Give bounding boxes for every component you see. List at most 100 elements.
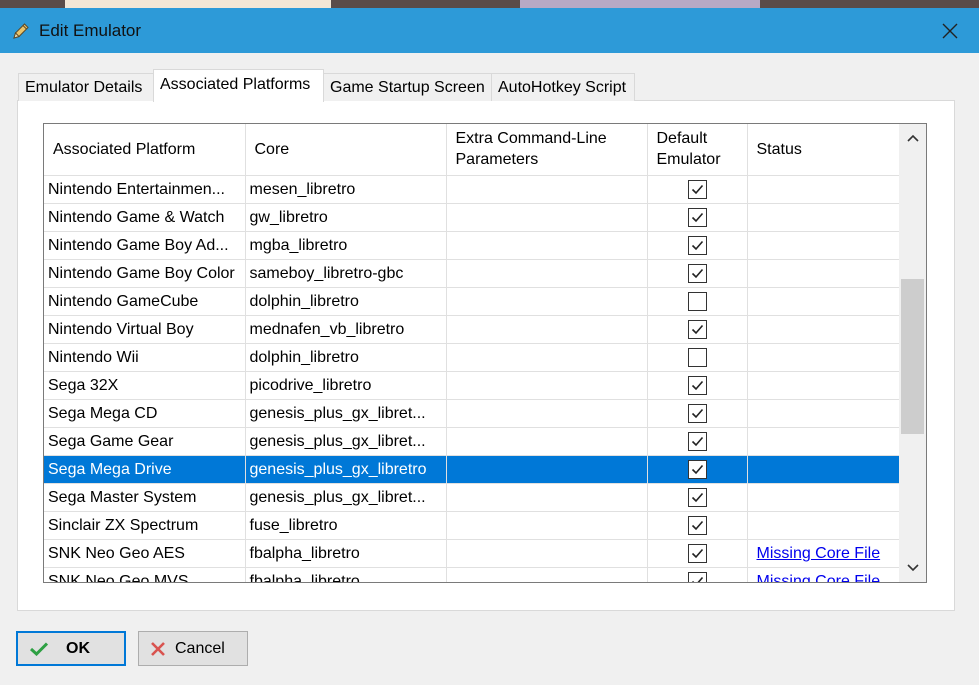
default-emulator-checkbox[interactable] xyxy=(687,487,707,507)
default-emulator-checkbox[interactable] xyxy=(687,459,707,479)
table-row[interactable]: Nintendo Game Boy Ad... mgba_libretro xyxy=(44,231,900,260)
checkmark-icon xyxy=(691,548,703,558)
cell-platform[interactable]: Sega Mega CD xyxy=(44,399,246,428)
cell-status xyxy=(747,203,900,232)
cell-platform[interactable]: Sega Mega Drive xyxy=(44,455,246,484)
table-row[interactable]: Sega Master System genesis_plus_gx_libret… xyxy=(44,483,900,512)
default-emulator-checkbox[interactable] xyxy=(687,515,707,535)
cell-params[interactable] xyxy=(446,539,648,568)
missing-core-link[interactable]: Missing Core File xyxy=(752,573,881,583)
cell-platform[interactable]: Sega Game Gear xyxy=(44,427,246,456)
table-row[interactable]: Nintendo Virtual Boy mednafen_vb_libretro xyxy=(44,315,900,344)
cell-core[interactable]: mesen_libretro xyxy=(245,175,447,204)
cell-params[interactable] xyxy=(446,399,648,428)
cell-params[interactable] xyxy=(446,455,648,484)
cell-platform[interactable]: Nintendo Entertainmen... xyxy=(44,175,246,204)
ok-button[interactable]: OK xyxy=(16,631,126,666)
scrollbar-thumb[interactable] xyxy=(901,279,924,434)
cell-params[interactable] xyxy=(446,371,648,400)
cell-params[interactable] xyxy=(446,203,648,232)
cell-params[interactable] xyxy=(446,427,648,456)
default-emulator-checkbox[interactable] xyxy=(687,319,707,339)
cell-params[interactable] xyxy=(446,287,648,316)
cell-platform[interactable]: SNK Neo Geo AES xyxy=(44,539,246,568)
table-row[interactable]: Sinclair ZX Spectrum fuse_libretro xyxy=(44,511,900,540)
column-header-default-emulator[interactable]: Default Emulator xyxy=(647,124,748,176)
default-emulator-checkbox[interactable] xyxy=(687,207,707,227)
cell-core[interactable]: fbalpha_libretro xyxy=(245,567,447,582)
cell-params[interactable] xyxy=(446,231,648,260)
cell-params[interactable] xyxy=(446,343,648,372)
table-row[interactable]: Nintendo Wii dolphin_libretro xyxy=(44,343,900,372)
checkmark-icon xyxy=(691,464,703,474)
cell-platform[interactable]: Nintendo GameCube xyxy=(44,287,246,316)
table-row[interactable]: SNK Neo Geo MVS fbalpha_libretro Missing C… xyxy=(44,567,900,583)
cell-params[interactable] xyxy=(446,315,648,344)
cell-core[interactable]: gw_libretro xyxy=(245,203,447,232)
cell-params[interactable] xyxy=(446,567,648,582)
default-emulator-checkbox[interactable] xyxy=(687,179,707,199)
cell-platform[interactable]: SNK Neo Geo MVS xyxy=(44,567,246,582)
cell-platform[interactable]: Nintendo Game Boy Ad... xyxy=(44,231,246,260)
cell-params[interactable] xyxy=(446,511,648,540)
cell-platform[interactable]: Nintendo Wii xyxy=(44,343,246,372)
cell-core[interactable]: mgba_libretro xyxy=(245,231,447,260)
cell-platform[interactable]: Nintendo Game Boy Color xyxy=(44,259,246,288)
table-row[interactable]: SNK Neo Geo AES fbalpha_libretro Missing C… xyxy=(44,539,900,568)
cell-core[interactable]: dolphin_libretro xyxy=(245,343,447,372)
cell-platform[interactable]: Nintendo Game & Watch xyxy=(44,203,246,232)
vertical-scrollbar[interactable] xyxy=(899,124,926,582)
cell-platform[interactable]: Sega Master System xyxy=(44,483,246,512)
default-emulator-checkbox[interactable] xyxy=(687,431,707,451)
platforms-grid[interactable]: Associated Platform Core Extra Command-L… xyxy=(43,123,927,583)
default-emulator-checkbox[interactable] xyxy=(687,571,707,582)
close-button[interactable] xyxy=(934,16,966,46)
default-emulator-checkbox[interactable] xyxy=(687,347,707,367)
checkmark-icon xyxy=(691,380,703,390)
tab-associated-platforms[interactable]: Associated Platforms xyxy=(153,69,324,102)
table-row[interactable]: Nintendo Game Boy Color sameboy_libretro-… xyxy=(44,259,900,288)
cell-params[interactable] xyxy=(446,259,648,288)
cell-core[interactable]: genesis_plus_gx_libret... xyxy=(245,399,447,428)
tab-autohotkey-script[interactable]: AutoHotkey Script xyxy=(491,73,635,101)
cell-default-emulator xyxy=(647,231,748,260)
cell-core[interactable]: fuse_libretro xyxy=(245,511,447,540)
scroll-down-button[interactable] xyxy=(899,554,926,582)
default-emulator-checkbox[interactable] xyxy=(687,375,707,395)
cell-params[interactable] xyxy=(446,175,648,204)
default-emulator-checkbox[interactable] xyxy=(687,403,707,423)
default-emulator-checkbox[interactable] xyxy=(687,263,707,283)
cancel-button[interactable]: Cancel xyxy=(138,631,248,666)
column-header-associated-platform[interactable]: Associated Platform xyxy=(44,124,246,176)
cell-core[interactable]: genesis_plus_gx_libretro xyxy=(245,455,447,484)
default-emulator-checkbox[interactable] xyxy=(687,543,707,563)
cell-platform[interactable]: Nintendo Virtual Boy xyxy=(44,315,246,344)
tab-game-startup-screen[interactable]: Game Startup Screen xyxy=(323,73,492,101)
table-row[interactable]: Sega Mega Drive genesis_plus_gx_libretro xyxy=(44,455,900,484)
cell-core[interactable]: sameboy_libretro-gbc xyxy=(245,259,447,288)
column-header-core[interactable]: Core xyxy=(245,124,447,176)
cell-core[interactable]: mednafen_vb_libretro xyxy=(245,315,447,344)
column-header-status[interactable]: Status xyxy=(747,124,900,176)
column-header-extra-params[interactable]: Extra Command-Line Parameters xyxy=(446,124,648,176)
table-row[interactable]: Nintendo Game & Watch gw_libretro xyxy=(44,203,900,232)
default-emulator-checkbox[interactable] xyxy=(687,235,707,255)
cell-core[interactable]: picodrive_libretro xyxy=(245,371,447,400)
tab-emulator-details[interactable]: Emulator Details xyxy=(18,73,154,101)
cell-platform[interactable]: Sega 32X xyxy=(44,371,246,400)
cell-core[interactable]: genesis_plus_gx_libret... xyxy=(245,427,447,456)
cell-status xyxy=(747,231,900,260)
cell-platform[interactable]: Sinclair ZX Spectrum xyxy=(44,511,246,540)
table-row[interactable]: Nintendo Entertainmen... mesen_libretro xyxy=(44,175,900,204)
table-row[interactable]: Nintendo GameCube dolphin_libretro xyxy=(44,287,900,316)
table-row[interactable]: Sega Game Gear genesis_plus_gx_libret... xyxy=(44,427,900,456)
table-row[interactable]: Sega 32X picodrive_libretro xyxy=(44,371,900,400)
default-emulator-checkbox[interactable] xyxy=(687,291,707,311)
missing-core-link[interactable]: Missing Core File xyxy=(752,545,881,562)
cell-core[interactable]: fbalpha_libretro xyxy=(245,539,447,568)
table-row[interactable]: Sega Mega CD genesis_plus_gx_libret... xyxy=(44,399,900,428)
cell-params[interactable] xyxy=(446,483,648,512)
scroll-up-button[interactable] xyxy=(899,124,926,152)
cell-core[interactable]: dolphin_libretro xyxy=(245,287,447,316)
cell-core[interactable]: genesis_plus_gx_libret... xyxy=(245,483,447,512)
